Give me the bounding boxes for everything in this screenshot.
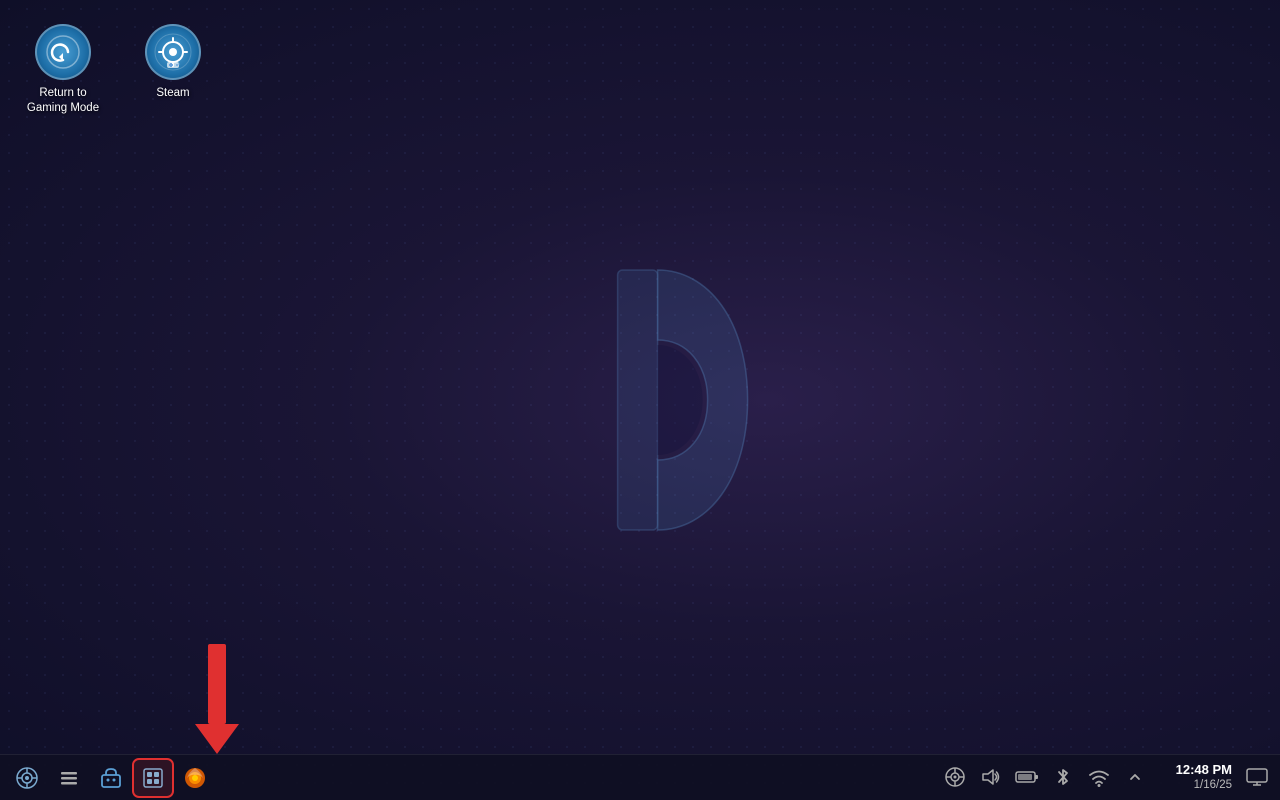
steam-tray-icon[interactable] [940,762,970,792]
taskbar-left [8,760,214,796]
return-to-gaming-icon[interactable]: Return to Gaming Mode [18,18,108,122]
return-arrow-svg [46,35,80,69]
wifi-tray-icon[interactable] [1084,762,1114,792]
return-to-gaming-label: Return to Gaming Mode [27,86,99,116]
volume-icon [981,767,1001,787]
annotation-arrow [195,644,239,754]
menu-taskbar-button[interactable] [50,760,88,796]
tray-expand-icon[interactable] [1120,762,1150,792]
screen-tray-icon[interactable] [1242,762,1272,792]
clock-display[interactable]: 12:48 PM 1/16/25 [1156,760,1236,796]
watermark-logo [548,240,768,560]
bluetooth-icon [1055,767,1071,787]
taskbar-right: 12:48 PM 1/16/25 [940,760,1272,796]
desktop: Return to Gaming Mode [0,0,1280,800]
steamos-taskbar-button[interactable] [8,760,46,796]
wifi-icon [1088,767,1110,787]
volume-tray-icon[interactable] [976,762,1006,792]
steam-icon[interactable]: Steam [128,18,218,122]
taskbar: 12:48 PM 1/16/25 [0,754,1280,800]
menu-icon [59,768,79,788]
store-icon [100,767,122,789]
arrow-body [208,644,226,724]
battery-icon [1015,767,1039,787]
store-taskbar-button[interactable] [92,760,130,796]
steamos-icon [16,767,38,789]
battery-tray-icon[interactable] [1012,762,1042,792]
desktop-icons-container: Return to Gaming Mode [10,10,226,130]
steam-app-label: Steam [156,86,189,101]
chevron-up-icon [1129,771,1141,783]
clock-date: 1/16/25 [1194,778,1232,793]
display-icon [1246,767,1268,787]
firefox-icon [183,766,207,790]
bluetooth-tray-icon[interactable] [1048,762,1078,792]
steam-tray-svg [945,767,965,787]
discover-taskbar-button[interactable] [134,760,172,796]
return-to-gaming-icon-image [35,24,91,80]
discover-icon [142,767,164,789]
firefox-taskbar-button[interactable] [176,760,214,796]
clock-time: 12:48 PM [1176,762,1232,779]
steam-icon-image [145,24,201,80]
arrow-head [195,724,239,754]
steam-logo-svg [154,33,192,71]
